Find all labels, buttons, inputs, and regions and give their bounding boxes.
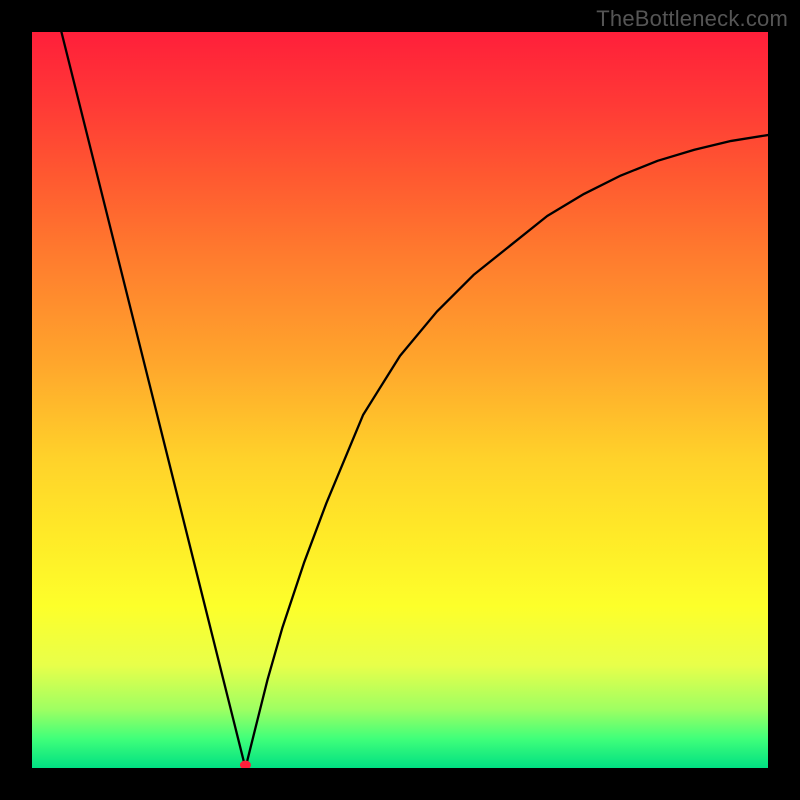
chart-curve: [32, 32, 768, 768]
chart-frame: TheBottleneck.com: [0, 0, 800, 800]
plot-area: [32, 32, 768, 768]
notch-marker-icon: [240, 761, 251, 769]
watermark-text: TheBottleneck.com: [596, 6, 788, 32]
